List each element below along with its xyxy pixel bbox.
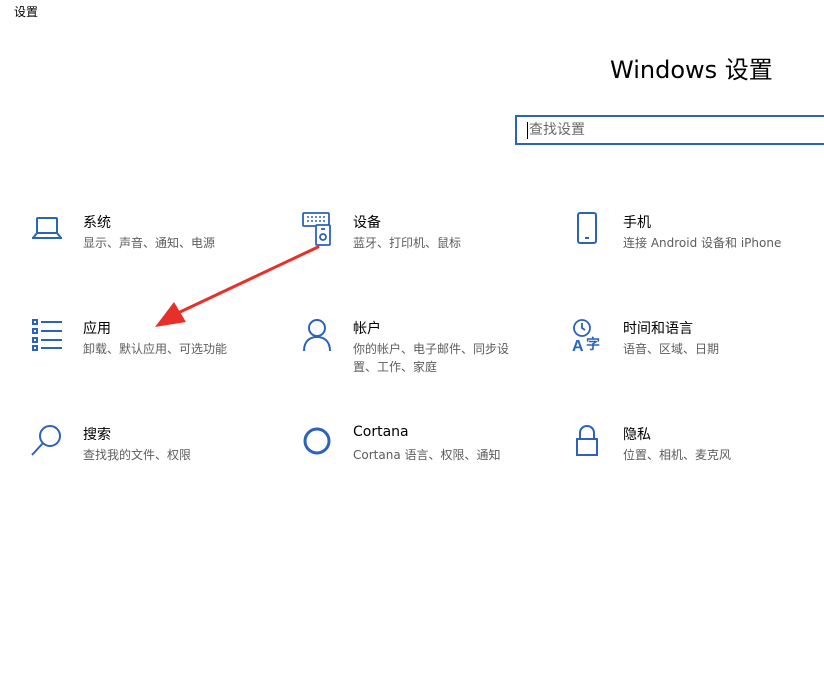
search-input[interactable] (517, 117, 824, 143)
tile-description: 连接 Android 设备和 iPhone (623, 236, 782, 250)
tile-title: 时间和语言 (623, 321, 693, 337)
person-icon (300, 318, 334, 352)
search-box[interactable] (515, 115, 824, 145)
lock-icon (570, 424, 604, 458)
tile-title: Cortana (353, 424, 409, 440)
cortana-icon (300, 424, 334, 458)
window-title: 设置 (14, 5, 39, 19)
apps-list-icon (30, 318, 64, 352)
tile-description: 查找我的文件、权限 (83, 448, 192, 462)
tile-title: 应用 (83, 321, 111, 337)
devices-icon (300, 212, 334, 246)
page-title: Windows 设置 (610, 56, 773, 84)
tile-title: 搜索 (83, 427, 111, 443)
tile-description: 显示、声音、通知、电源 (83, 236, 216, 250)
tile-apps[interactable]: 应用 卸载、默认应用、可选功能 (30, 318, 280, 368)
svg-text:A: A (572, 338, 584, 352)
tile-system[interactable]: 系统 显示、声音、通知、电源 (30, 212, 280, 262)
laptop-icon (30, 212, 64, 246)
tile-description: 你的帐户、电子邮件、同步设置、工作、家庭 (353, 342, 510, 374)
tile-title: 系统 (83, 215, 111, 231)
tile-description: 卸载、默认应用、可选功能 (83, 342, 228, 356)
tile-description: 蓝牙、打印机、鼠标 (353, 236, 462, 250)
tile-privacy[interactable]: 隐私 位置、相机、麦克风 (570, 424, 820, 474)
search-icon (30, 424, 64, 458)
tile-title: 手机 (623, 215, 651, 231)
tile-title: 设备 (353, 215, 381, 231)
tile-cortana[interactable]: Cortana Cortana 语言、权限、通知 (300, 424, 550, 474)
tile-search[interactable]: 搜索 查找我的文件、权限 (30, 424, 280, 474)
tile-description: 位置、相机、麦克风 (623, 448, 732, 462)
tile-devices[interactable]: 设备 蓝牙、打印机、鼠标 (300, 212, 550, 262)
phone-icon (570, 212, 604, 246)
time-language-icon: A 字 (570, 318, 604, 352)
tile-time-language[interactable]: A 字 时间和语言 语音、区域、日期 (570, 318, 820, 368)
text-caret (527, 122, 528, 139)
tile-description: Cortana 语言、权限、通知 (353, 448, 501, 462)
tile-title: 帐户 (353, 321, 381, 337)
tile-description: 语音、区域、日期 (623, 342, 720, 356)
svg-text:字: 字 (586, 336, 600, 352)
tile-phone[interactable]: 手机 连接 Android 设备和 iPhone (570, 212, 820, 262)
tile-accounts[interactable]: 帐户 你的帐户、电子邮件、同步设置、工作、家庭 (300, 318, 550, 378)
tile-title: 隐私 (623, 427, 651, 443)
